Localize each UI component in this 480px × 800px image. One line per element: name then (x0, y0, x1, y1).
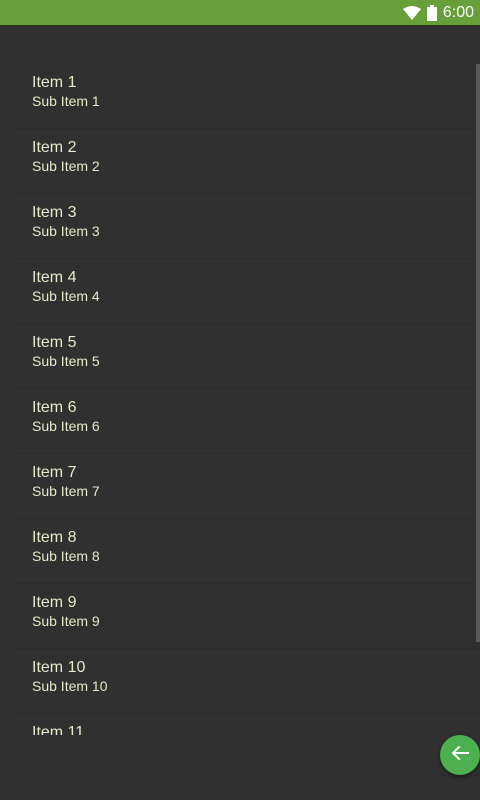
arrow-back-icon (450, 743, 470, 768)
list-item-title: Item 9 (32, 594, 77, 611)
list-item[interactable]: Item 1 Sub Item 1 (16, 64, 480, 129)
list-item-subtitle: Sub Item 5 (32, 353, 100, 369)
list-item-title: Item 8 (32, 529, 77, 546)
back-button[interactable] (440, 735, 480, 775)
list-item[interactable]: Item 3 Sub Item 3 (16, 194, 480, 259)
list-item[interactable]: Item 7 Sub Item 7 (16, 454, 480, 519)
list-item-title: Item 11 (32, 724, 85, 735)
scrollbar[interactable] (476, 64, 480, 642)
list-item[interactable]: Item 4 Sub Item 4 (16, 259, 480, 324)
list-item-title: Item 4 (32, 269, 77, 286)
list-item-title: Item 2 (32, 139, 77, 156)
list-item[interactable]: Item 10 Sub Item 10 (16, 649, 480, 714)
list-item-title: Item 10 (32, 659, 86, 676)
list-item-subtitle: Sub Item 6 (32, 418, 100, 434)
list-item[interactable]: Item 5 Sub Item 5 (16, 324, 480, 389)
list-item[interactable]: Item 9 Sub Item 9 (16, 584, 480, 649)
list-item-title: Item 7 (32, 464, 77, 481)
list-item-title: Item 6 (32, 399, 77, 416)
list-item[interactable]: Item 6 Sub Item 6 (16, 389, 480, 454)
list-item-title: Item 3 (32, 204, 77, 221)
list-item-subtitle: Sub Item 3 (32, 223, 100, 239)
status-time: 6:00 (442, 4, 474, 21)
wifi-icon (402, 5, 421, 20)
list-item-subtitle: Sub Item 1 (32, 93, 100, 109)
list-item-subtitle: Sub Item 9 (32, 613, 100, 629)
list-item[interactable]: Item 11 (16, 714, 480, 735)
list-item[interactable]: Item 2 Sub Item 2 (16, 129, 480, 194)
list-item[interactable]: Item 8 Sub Item 8 (16, 519, 480, 584)
list-item-subtitle: Sub Item 8 (32, 548, 100, 564)
battery-icon (426, 4, 437, 21)
status-bar: 6:00 (0, 0, 480, 25)
list-item-title: Item 1 (32, 74, 77, 91)
list-item-title: Item 5 (32, 334, 77, 351)
list-item-subtitle: Sub Item 7 (32, 483, 100, 499)
list-item-subtitle: Sub Item 4 (32, 288, 100, 304)
list-item-subtitle: Sub Item 10 (32, 678, 108, 694)
list-item-subtitle: Sub Item 2 (32, 158, 100, 174)
item-list[interactable]: Item 1 Sub Item 1 Item 2 Sub Item 2 Item… (0, 25, 480, 735)
